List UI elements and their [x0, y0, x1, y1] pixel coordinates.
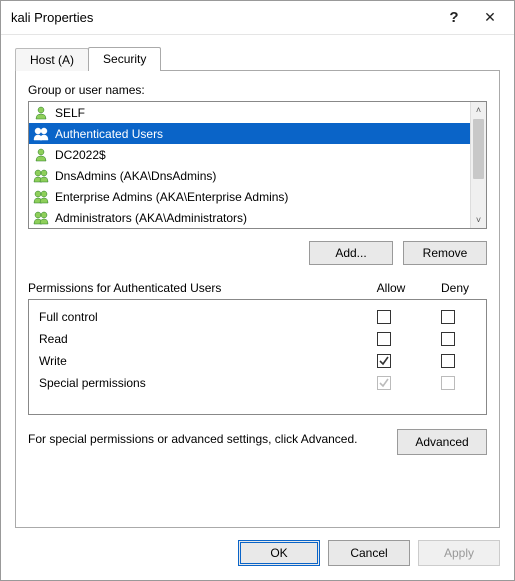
permission-name: Read — [39, 332, 352, 346]
permissions-header: Permissions for Authenticated Users Allo… — [28, 281, 487, 295]
group-user-label: Group or user names: — [28, 83, 487, 97]
dialog-footer: OK Cancel Apply — [1, 528, 514, 580]
scroll-thumb[interactable] — [473, 119, 484, 179]
ok-button[interactable]: OK — [238, 540, 320, 566]
principals-listbox[interactable]: SELF Authenticated Users DC2022$ DnsAdmins … — [28, 101, 487, 229]
tab-host[interactable]: Host (A) — [15, 48, 89, 71]
principal-name: Authenticated Users — [55, 127, 163, 141]
deny-checkbox — [441, 376, 455, 390]
permissions-list: Full control Read Write Special permissions — [28, 299, 487, 415]
security-panel: Group or user names: SELF Authenticated U… — [15, 70, 500, 528]
principal-name: SELF — [55, 106, 85, 120]
list-item[interactable]: Administrators (AKA\Administrators) — [29, 207, 470, 228]
tab-security-label: Security — [103, 52, 146, 66]
principal-name: Enterprise Admins (AKA\Enterprise Admins… — [55, 190, 288, 204]
deny-checkbox[interactable] — [441, 354, 455, 368]
list-item[interactable]: Enterprise Admins (AKA\Enterprise Admins… — [29, 186, 470, 207]
list-item[interactable]: Authenticated Users — [29, 123, 470, 144]
permissions-for-label: Permissions for Authenticated Users — [28, 281, 359, 295]
permission-row: Read — [39, 328, 480, 350]
allow-checkbox — [377, 376, 391, 390]
titlebar: kali Properties ? ✕ — [1, 1, 514, 35]
add-button[interactable]: Add... — [309, 241, 393, 265]
window-title: kali Properties — [11, 10, 436, 25]
principals-container: SELF Authenticated Users DC2022$ DnsAdmins … — [29, 102, 470, 228]
tab-strip: Host (A) Security — [15, 45, 500, 70]
allow-checkbox[interactable] — [377, 332, 391, 346]
advanced-hint-text: For special permissions or advanced sett… — [28, 429, 387, 447]
permission-name: Write — [39, 354, 352, 368]
principal-name: Administrators (AKA\Administrators) — [55, 211, 247, 225]
principal-buttons: Add... Remove — [28, 241, 487, 265]
permission-name: Full control — [39, 310, 352, 324]
deny-column-header: Deny — [423, 281, 487, 295]
permission-row: Special permissions — [39, 372, 480, 394]
properties-dialog: kali Properties ? ✕ Host (A) Security Gr… — [0, 0, 515, 581]
scroll-down-icon[interactable]: ˅ — [471, 212, 486, 228]
principal-name: DnsAdmins (AKA\DnsAdmins) — [55, 169, 216, 183]
principal-name: DC2022$ — [55, 148, 106, 162]
remove-button[interactable]: Remove — [403, 241, 487, 265]
deny-checkbox[interactable] — [441, 332, 455, 346]
tab-host-label: Host (A) — [30, 53, 74, 67]
deny-checkbox[interactable] — [441, 310, 455, 324]
permission-row: Write — [39, 350, 480, 372]
permission-name: Special permissions — [39, 376, 352, 390]
advanced-row: For special permissions or advanced sett… — [28, 429, 487, 455]
allow-column-header: Allow — [359, 281, 423, 295]
list-item[interactable]: DC2022$ — [29, 144, 470, 165]
cancel-button[interactable]: Cancel — [328, 540, 410, 566]
scroll-up-icon[interactable]: ˄ — [471, 102, 486, 118]
list-item[interactable]: DnsAdmins (AKA\DnsAdmins) — [29, 165, 470, 186]
permission-row: Full control — [39, 306, 480, 328]
apply-button[interactable]: Apply — [418, 540, 500, 566]
allow-checkbox[interactable] — [377, 354, 391, 368]
scrollbar[interactable]: ˄ ˅ — [470, 102, 486, 228]
advanced-button[interactable]: Advanced — [397, 429, 487, 455]
tab-security[interactable]: Security — [88, 47, 161, 71]
allow-checkbox[interactable] — [377, 310, 391, 324]
dialog-body: Host (A) Security Group or user names: S… — [1, 35, 514, 528]
help-button[interactable]: ? — [436, 4, 472, 32]
list-item[interactable]: SELF — [29, 102, 470, 123]
close-button[interactable]: ✕ — [472, 4, 508, 32]
